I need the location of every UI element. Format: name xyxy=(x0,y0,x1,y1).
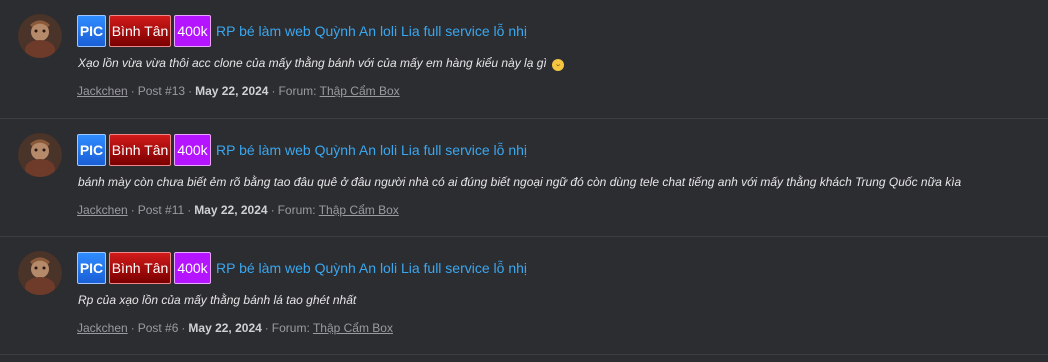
avatar[interactable] xyxy=(18,133,62,177)
prefix-badge-pic[interactable]: PIC xyxy=(77,134,106,166)
post-meta: Jackchen · Post #11 · May 22, 2024 · Forum: Th… xyxy=(77,203,399,217)
snippet-text: Xạo lồn vừa vừa thôi acc clone của mấy t… xyxy=(78,56,547,70)
meta-separator: · xyxy=(188,84,193,98)
post-number: Post #6 xyxy=(137,321,179,335)
forum-label: Forum: xyxy=(278,84,317,98)
post-snippet[interactable]: bánh mày còn chưa biết ẻm rõ bằng tao đâ… xyxy=(78,175,961,189)
forum-link[interactable]: Thập Cẩm Box xyxy=(313,321,393,335)
meta-separator: · xyxy=(181,321,186,335)
meta-separator: · xyxy=(130,203,135,217)
author-link[interactable]: Jackchen xyxy=(77,321,128,335)
meta-separator: · xyxy=(187,203,192,217)
thread-title-link[interactable]: RP bé làm web Quỳnh An loli Lia full ser… xyxy=(216,142,527,158)
thread-title-link[interactable]: RP bé làm web Quỳnh An loli Lia full ser… xyxy=(216,23,527,39)
prefix-badge-pic[interactable]: PIC xyxy=(77,15,106,47)
prefix-badge-area[interactable]: Bình Tân xyxy=(109,252,171,284)
search-result-item: PIC Bình Tân 400k RP bé làm web Quỳnh An… xyxy=(0,119,1048,237)
thread-title-link[interactable]: RP bé làm web Quỳnh An loli Lia full ser… xyxy=(216,260,527,276)
post-meta: Jackchen · Post #6 · May 22, 2024 · Forum: Thậ… xyxy=(77,321,393,335)
post-snippet[interactable]: Rp của xạo lồn của mấy thằng bánh lá tao… xyxy=(78,293,356,307)
thread-title-row: PIC Bình Tân 400k RP bé làm web Quỳnh An… xyxy=(77,251,527,285)
search-result-item: PIC Bình Tân 400k RP bé làm web Quỳnh An… xyxy=(0,237,1048,355)
post-date: May 22, 2024 xyxy=(194,203,268,217)
prefix-badge-price[interactable]: 400k xyxy=(174,252,211,284)
thread-title-row: PIC Bình Tân 400k RP bé làm web Quỳnh An… xyxy=(77,14,527,48)
prefix-badge-area[interactable]: Bình Tân xyxy=(109,15,171,47)
meta-separator: · xyxy=(130,84,135,98)
post-date: May 22, 2024 xyxy=(195,84,269,98)
meta-separator: · xyxy=(271,84,276,98)
author-link[interactable]: Jackchen xyxy=(77,84,128,98)
prefix-badge-price[interactable]: 400k xyxy=(174,134,211,166)
post-number: Post #11 xyxy=(137,203,185,217)
post-date: May 22, 2024 xyxy=(188,321,262,335)
meta-separator: · xyxy=(130,321,135,335)
search-results-list: PIC Bình Tân 400k RP bé làm web Quỳnh An… xyxy=(0,0,1048,362)
forum-link[interactable]: Thập Cẩm Box xyxy=(319,203,399,217)
meta-separator: · xyxy=(270,203,275,217)
search-result-item: PIC Bình Tân 400k RP bé làm web Quỳnh An… xyxy=(0,0,1048,119)
prefix-badge-pic[interactable]: PIC xyxy=(77,252,106,284)
avatar[interactable] xyxy=(18,251,62,295)
avatar[interactable] xyxy=(18,14,62,58)
prefix-badge-price[interactable]: 400k xyxy=(174,15,211,47)
smiling-face-icon: ᵕ xyxy=(552,59,565,71)
forum-label: Forum: xyxy=(277,203,316,217)
post-meta: Jackchen · Post #13 · May 22, 2024 · Forum: Th… xyxy=(77,84,400,98)
author-link[interactable]: Jackchen xyxy=(77,203,128,217)
forum-label: Forum: xyxy=(271,321,310,335)
forum-link[interactable]: Thập Cẩm Box xyxy=(320,84,400,98)
prefix-badge-area[interactable]: Bình Tân xyxy=(109,134,171,166)
post-snippet[interactable]: Xạo lồn vừa vừa thôi acc clone của mấy t… xyxy=(78,56,565,71)
meta-separator: · xyxy=(264,321,269,335)
thread-title-row: PIC Bình Tân 400k RP bé làm web Quỳnh An… xyxy=(77,133,527,167)
post-number: Post #13 xyxy=(137,84,186,98)
